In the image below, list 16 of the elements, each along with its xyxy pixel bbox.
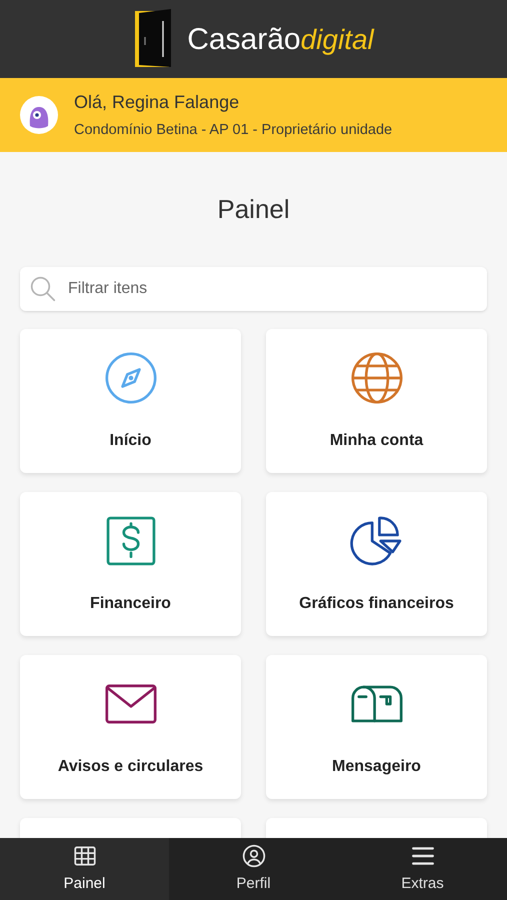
menu-card[interactable]: Financeiro [20,492,241,636]
logo-suffix: digital [300,22,374,57]
search-field[interactable]: Filtrar itens [20,267,487,311]
search-icon [28,274,58,304]
user-icon [240,842,266,869]
greeting: Olá, Regina Falange [74,90,240,114]
menu-card[interactable]: Mensageiro [266,655,487,799]
nav-tab[interactable]: Painel [0,838,169,900]
menu-card[interactable]: Avisos e circulares [20,655,241,799]
avatar-icon [20,96,58,134]
menu-card[interactable]: Minha conta [266,329,487,473]
logo-name: Casarão [187,22,301,58]
menu-card[interactable]: Início [20,329,241,473]
unit-info: Condomínio Betina - AP 01 - Proprietário unidade [74,120,392,140]
menu-card[interactable]: Gráficos financeiros [266,492,487,636]
page-title: Painel [216,193,291,226]
